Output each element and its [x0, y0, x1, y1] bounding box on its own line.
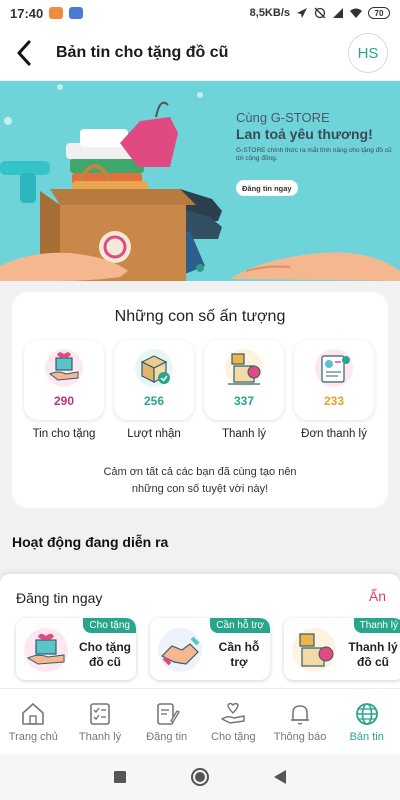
triangle-back-icon: [274, 770, 286, 784]
home-icon: [22, 702, 45, 725]
banner-headline-1: Cùng G-STORE: [236, 110, 330, 125]
stat-label: Tin cho tặng: [32, 428, 96, 440]
card-tag: Thanh lý: [353, 618, 400, 633]
app-header: Bản tin cho tặng đồ cũ HS: [0, 26, 400, 80]
promo-banner[interactable]: Cùng G-STORE Lan toả yêu thương! G-STORE…: [0, 81, 400, 281]
card-text-line: đồ cũ: [357, 655, 389, 669]
tab-liquidation[interactable]: Thanh lý: [67, 689, 134, 754]
thanks-line-1: Cảm ơn tất cả các bạn đã cùng tạo nên: [103, 466, 297, 478]
stat-box: 337: [204, 340, 284, 420]
sheet-title: Đăng tin ngay: [16, 590, 103, 606]
avatar[interactable]: HS: [348, 33, 388, 73]
thanks-line-2: những con số tuyệt vời này!: [131, 483, 269, 495]
gift-hand-icon: [45, 349, 83, 387]
liquidation-box-icon: [225, 349, 263, 387]
banner-post-now-button[interactable]: Đăng tin ngay: [236, 180, 298, 196]
page-title: Bản tin cho tặng đồ cũ: [56, 44, 229, 61]
post-now-sheet: Đăng tin ngay Ẩn Cho tặng Cho tặng đồ cũ…: [0, 574, 400, 688]
tab-label: Đăng tin: [146, 730, 188, 743]
card-text-line: trợ: [230, 655, 248, 669]
tab-label: Trang chủ: [8, 730, 58, 743]
circle-icon: [191, 768, 209, 786]
activity-section-title: Hoạt động đang diễn ra: [12, 534, 169, 550]
stat-box: 233: [294, 340, 374, 420]
card-text-line: đồ cũ: [89, 655, 121, 669]
tab-notifications[interactable]: Thông báo: [267, 689, 334, 754]
gift-hand-icon: [24, 628, 68, 672]
stats-card: Những con số ấn tượng 290 Tin cho tặng 2: [12, 292, 388, 508]
card-tag: Cần hỗ trợ: [210, 618, 270, 633]
status-bar: 17:40 8,5KB/s 70: [0, 0, 400, 26]
stat-label: Thanh lý: [221, 428, 267, 440]
banner-subtext: G-STORE chính thức ra mắt tính năng cho …: [236, 147, 392, 162]
stat-label: Lượt nhận: [127, 428, 181, 440]
notification-car-icon: [69, 7, 84, 19]
hide-button[interactable]: Ẩn: [369, 588, 386, 604]
stats-thanks-text: Cảm ơn tất cả các bạn đã cùng tạo nên nh…: [12, 464, 388, 498]
edit-note-icon: [156, 702, 180, 725]
stat-value: 233: [323, 394, 345, 408]
card-liquidation[interactable]: Thanh lý Thanh lý đồ cũ: [284, 618, 400, 680]
hand-heart-icon: [221, 702, 246, 724]
home-system-button[interactable]: [185, 762, 215, 792]
system-nav-bar: [0, 754, 400, 800]
card-text: Thanh lý đồ cũ: [344, 640, 400, 670]
status-right: 8,5KB/s 70: [250, 7, 390, 19]
card-text-line: Cần hỗ: [218, 640, 260, 654]
liquidation-box-icon: [292, 628, 336, 672]
tab-newsletter[interactable]: Bản tin: [333, 689, 400, 754]
notification-app-icon: [49, 7, 64, 19]
order-document-icon: [315, 349, 353, 387]
network-speed: 8,5KB/s: [249, 7, 290, 19]
stat-value: 256: [143, 394, 165, 408]
tab-label: Thanh lý: [78, 730, 122, 743]
card-give-away[interactable]: Cho tặng Cho tặng đồ cũ: [16, 618, 136, 680]
tab-give-away[interactable]: Cho tặng: [200, 689, 267, 754]
tab-label: Thông báo: [273, 730, 327, 743]
bottom-tab-bar: Trang chủ Thanh lý Đăng tin Cho tặng Thô…: [0, 688, 400, 754]
location-icon: [297, 8, 307, 18]
back-system-button[interactable]: [265, 762, 295, 792]
card-text-line: Cho tặng: [79, 640, 131, 654]
banner-headline-2: Lan toả yêu thương!: [236, 126, 373, 142]
tab-label: Bản tin: [349, 730, 384, 743]
card-text: Cho tặng đồ cũ: [76, 640, 134, 670]
banner-headline: Cùng G-STORE Lan toả yêu thương!: [236, 109, 373, 143]
stat-liquidation-orders[interactable]: 233 Đơn thanh lý: [294, 340, 374, 440]
handshake-icon: [158, 628, 202, 672]
stat-value: 290: [53, 394, 75, 408]
carousel-indicator: [196, 264, 204, 272]
status-time: 17:40: [10, 5, 44, 21]
battery-icon: 70: [368, 7, 390, 19]
stats-title: Những con số ấn tượng: [114, 308, 286, 325]
alarm-off-icon: [314, 7, 326, 19]
stat-liquidation[interactable]: 337 Thanh lý: [204, 340, 284, 440]
recents-button[interactable]: [105, 762, 135, 792]
card-text-line: Thanh lý: [348, 640, 398, 654]
stat-box: 256: [114, 340, 194, 420]
tab-label: Cho tặng: [211, 730, 256, 743]
checklist-icon: [90, 702, 110, 725]
square-icon: [114, 771, 126, 783]
card-text: Cần hỗ trợ: [210, 640, 268, 670]
card-tag: Cho tặng: [83, 618, 136, 633]
box-received-icon: [135, 349, 173, 387]
stat-box: 290: [24, 340, 104, 420]
stat-received[interactable]: 256 Lượt nhận: [114, 340, 194, 440]
bell-icon: [291, 704, 310, 725]
stat-gifts[interactable]: 290 Tin cho tặng: [24, 340, 104, 440]
stat-label: Đơn thanh lý: [301, 428, 367, 440]
stat-value: 337: [233, 394, 255, 408]
tab-home[interactable]: Trang chủ: [0, 689, 67, 754]
wifi-icon: [350, 8, 362, 18]
chevron-left-icon: [17, 40, 31, 66]
back-button[interactable]: [12, 39, 36, 67]
tab-post[interactable]: Đăng tin: [133, 689, 200, 754]
globe-icon: [355, 702, 378, 725]
signal-icon: [333, 8, 343, 18]
card-need-support[interactable]: Cần hỗ trợ Cần hỗ trợ: [150, 618, 270, 680]
